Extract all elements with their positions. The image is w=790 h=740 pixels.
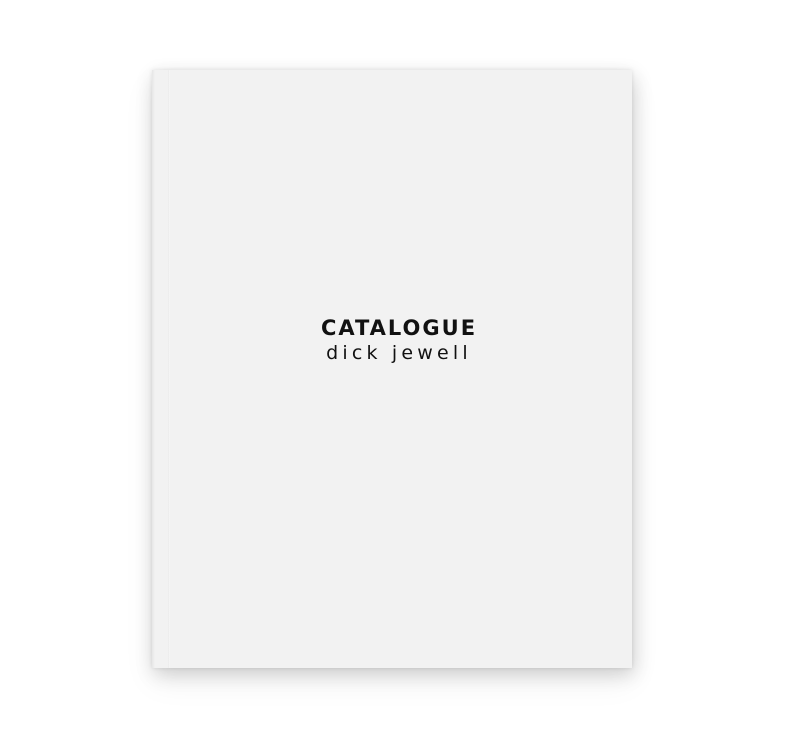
book-author: dick jewell [326, 342, 472, 364]
product-photo: CATALOGUE dick jewell [0, 0, 790, 740]
book-title: CATALOGUE [320, 316, 478, 340]
spine-edge [152, 70, 155, 668]
spine-crease [168, 70, 170, 668]
cover-title-block: CATALOGUE dick jewell [152, 315, 632, 365]
book-cover: CATALOGUE dick jewell [152, 70, 632, 668]
